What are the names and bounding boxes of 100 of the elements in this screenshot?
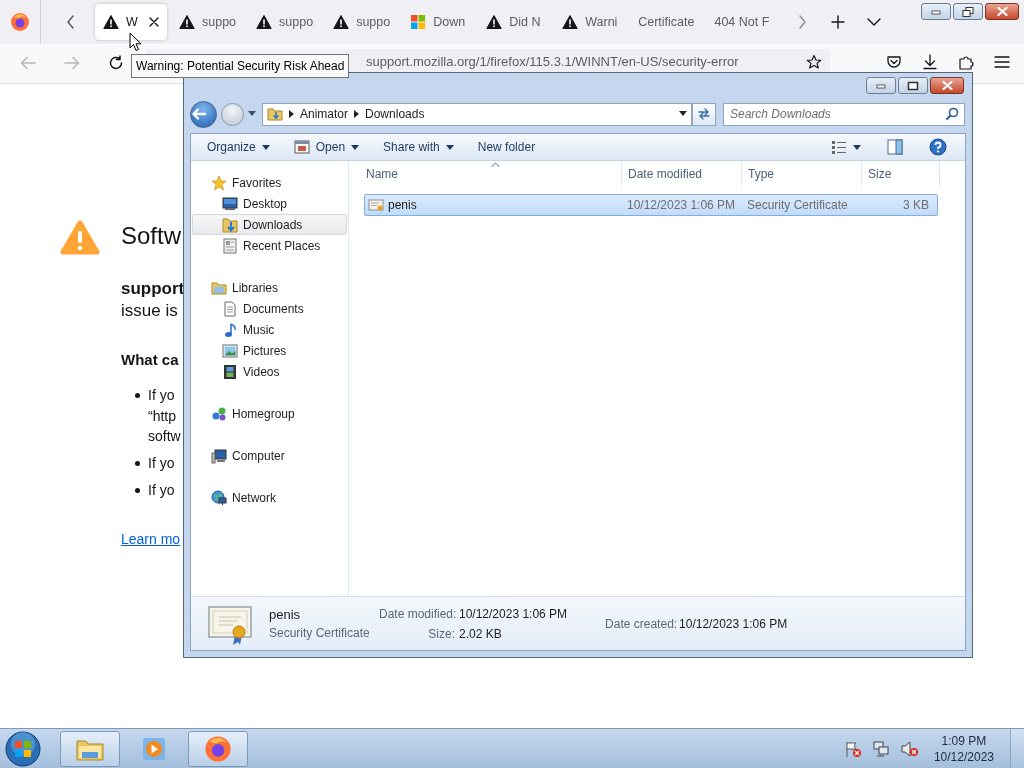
toolbar-button[interactable]: Open — [287, 136, 366, 158]
dropdown-caret-icon[interactable] — [679, 111, 687, 117]
toolbar-button[interactable]: New folder — [471, 136, 542, 158]
list-view-icon — [831, 140, 847, 154]
issue-text: issue is — [121, 300, 179, 322]
image-icon — [222, 342, 238, 359]
nav-item[interactable]: Recent Places — [192, 235, 347, 256]
details-label: Date created: — [605, 615, 676, 633]
close-icon — [996, 7, 1008, 16]
browser-tab[interactable]: suppo — [171, 4, 245, 40]
folder-icon — [211, 279, 227, 296]
restore-button[interactable] — [953, 3, 983, 20]
close-icon[interactable] — [149, 17, 159, 27]
section-heading: What ca — [121, 350, 180, 370]
nav-item[interactable]: Favorites — [192, 172, 347, 193]
restore-icon — [962, 6, 974, 17]
nav-item[interactable]: Libraries — [192, 277, 347, 298]
download-icon — [922, 54, 938, 70]
warning-icon — [333, 14, 350, 30]
warning-icon — [256, 14, 273, 30]
star-icon[interactable] — [806, 54, 822, 70]
maximize-button[interactable] — [898, 77, 928, 94]
breadcrumb-item[interactable]: Downloads — [365, 105, 425, 123]
browser-tab[interactable]: Certificate — [630, 4, 703, 40]
certificate-icon — [368, 198, 384, 212]
bullet-icon — [135, 393, 140, 398]
chevron-right-icon — [354, 110, 360, 118]
clock-time: 1:09 PM — [940, 732, 988, 749]
address-bar[interactable]: Animator Downloads — [262, 102, 692, 126]
network-icon[interactable] — [871, 739, 890, 758]
breadcrumb-item[interactable]: Animator — [300, 105, 349, 123]
bullet-text: If yo — [148, 454, 175, 473]
page-title: Softw — [121, 221, 183, 251]
minimize-icon — [876, 82, 886, 89]
nav-item[interactable]: Videos — [192, 361, 347, 382]
nav-item[interactable]: Documents — [192, 298, 347, 319]
browser-tab[interactable]: W — [95, 4, 167, 40]
close-icon — [941, 81, 953, 90]
type-cell-text: Security Certificate — [746, 197, 849, 214]
puzzle-icon — [958, 54, 974, 70]
minimize-button[interactable] — [866, 77, 896, 94]
dropdown-caret-icon — [351, 144, 360, 150]
file-row[interactable]: penis 10/12/2023 1:06 PM Security Certificate 3 KB — [364, 194, 938, 216]
browser-tab[interactable]: Down — [402, 4, 475, 40]
taskbar-button[interactable] — [188, 730, 248, 767]
taskbar-button[interactable] — [60, 730, 120, 767]
close-button[interactable] — [985, 3, 1019, 20]
bullet-icon — [135, 461, 140, 466]
start-button[interactable] — [3, 728, 43, 768]
chevron-down-icon — [867, 17, 882, 27]
warning-icon — [60, 220, 100, 256]
back-button[interactable] — [190, 100, 217, 128]
details-file-name: penis — [269, 605, 302, 624]
spheres-icon — [211, 405, 227, 422]
minimize-button[interactable] — [921, 3, 951, 20]
globe-icon — [211, 489, 227, 506]
app-logo-icon — [204, 734, 232, 763]
flag-icon[interactable] — [843, 739, 862, 758]
chevron-right-icon — [289, 110, 294, 118]
nav-item[interactable]: Homegroup — [192, 403, 347, 424]
page-icon — [222, 237, 238, 254]
chevron-left-icon — [66, 14, 76, 30]
date-cell-text: 10/12/2023 1:06 PM — [626, 197, 737, 214]
reload-icon — [108, 55, 124, 71]
browser-tab[interactable]: suppo — [325, 4, 399, 40]
speaker-icon[interactable] — [899, 739, 920, 758]
help-icon — [929, 138, 947, 156]
site-name: support — [121, 278, 185, 300]
nav-item[interactable]: Pictures — [192, 340, 347, 361]
nav-item[interactable]: Downloads — [192, 214, 347, 235]
toolbar-button[interactable]: Organize — [201, 136, 276, 158]
document-icon — [222, 300, 238, 317]
nav-item[interactable]: Desktop — [192, 193, 347, 214]
refresh-button[interactable] — [692, 102, 716, 126]
close-button[interactable] — [930, 77, 964, 94]
tiles-icon — [410, 14, 427, 30]
browser-tab[interactable]: Warni — [554, 4, 627, 40]
film-icon — [222, 363, 238, 380]
nav-item[interactable]: Computer — [192, 445, 347, 466]
play-icon — [141, 735, 167, 762]
size-cell-text: 3 KB — [902, 197, 930, 214]
clock-date: 10/12/2023 — [933, 748, 994, 765]
details-label: Date modified: — [379, 605, 455, 623]
browser-tab[interactable]: 404 Not F — [706, 4, 779, 40]
dropdown-caret-icon — [445, 144, 454, 150]
dropdown-caret-icon — [261, 144, 270, 150]
details-label: Size: — [427, 625, 455, 643]
pocket-icon — [886, 54, 902, 70]
bullet-text: If yo “http softw — [148, 386, 181, 446]
nav-item[interactable]: Music — [192, 319, 347, 340]
browser-tab[interactable]: suppo — [248, 4, 322, 40]
warning-icon — [562, 14, 579, 30]
learn-more-link[interactable]: Learn mo — [121, 529, 181, 550]
details-value: 2.02 KB — [459, 625, 503, 643]
browser-tab[interactable]: Did N — [478, 4, 551, 40]
toolbar-button[interactable]: Share with — [377, 136, 460, 158]
computer-icon — [211, 447, 227, 464]
folder-icon — [267, 106, 283, 122]
search-field[interactable]: Search Downloads — [723, 102, 965, 126]
nav-item[interactable]: Network — [192, 487, 347, 508]
